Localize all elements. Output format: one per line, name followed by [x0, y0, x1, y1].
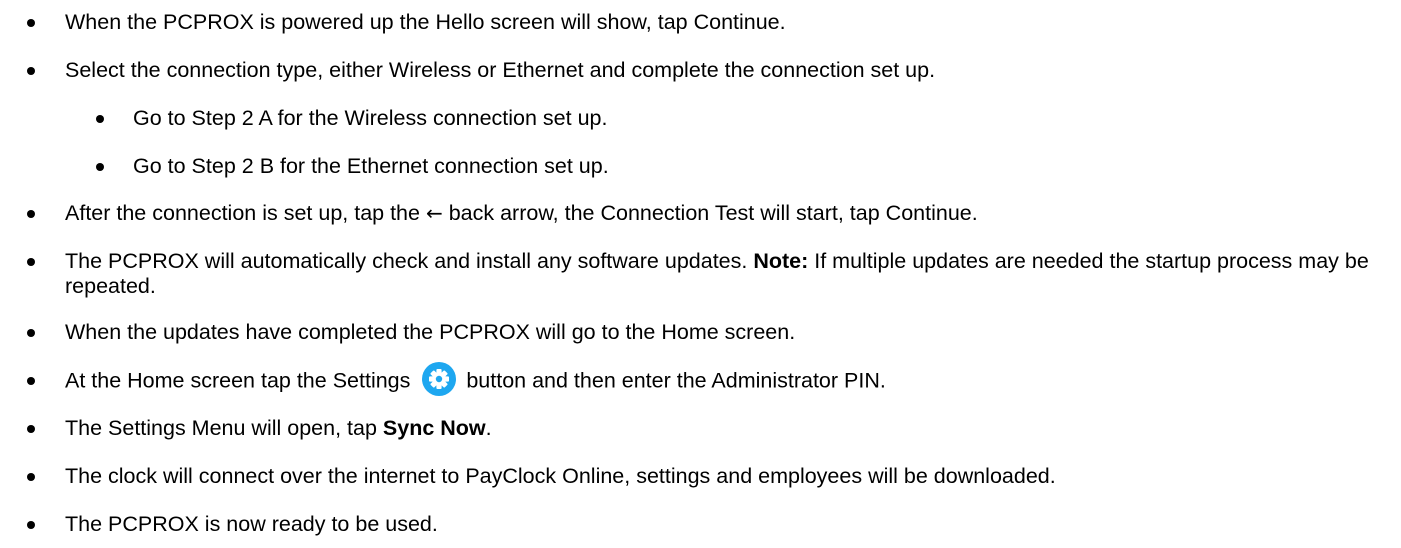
list-item-text: Select the connection type, either Wirel… — [65, 58, 936, 82]
bullet — [27, 521, 35, 529]
text-part: After the connection is set up, tap the — [65, 201, 426, 225]
instruction-document: When the PCPROX is powered up the Hello … — [0, 0, 1401, 548]
text-part: The Settings Menu will open, tap — [65, 416, 383, 440]
bullet — [27, 377, 35, 385]
sync-now-label: Sync Now — [382, 416, 486, 440]
text-part: At the Home screen tap the Settings — [65, 368, 417, 393]
bullet — [96, 115, 104, 123]
list-item-text: The Settings Menu will open, tap Sync No… — [65, 416, 1393, 441]
list-item-text: Go to Step 2 B for the Ethernet connecti… — [133, 154, 609, 178]
bullet — [27, 67, 35, 75]
back-arrow-icon: ← — [425, 201, 443, 225]
text-part: button and then enter the Administrator … — [460, 368, 886, 393]
list-item-text: After the connection is set up, tap the … — [65, 201, 1393, 226]
bullet — [27, 329, 35, 337]
list-item-text: Go to Step 2 A for the Wireless connecti… — [133, 106, 608, 130]
text-part: The PCPROX will automatically check and … — [65, 249, 754, 273]
bullet — [27, 19, 35, 27]
bullet — [27, 210, 35, 218]
list-item-text: When the updates have completed the PCPR… — [65, 320, 796, 344]
bullet — [27, 425, 35, 433]
gear-icon — [422, 362, 457, 396]
note-label: Note: — [753, 249, 809, 273]
list-item-text: The clock will connect over the internet… — [65, 464, 1056, 488]
list-item-text: At the Home screen tap the Settings butt… — [65, 362, 1393, 396]
bullet — [27, 473, 35, 481]
list-item-text: The PCPROX is now ready to be used. — [65, 512, 438, 536]
text-part: back arrow, the Connection Test will sta… — [442, 201, 978, 225]
list-item-text: The PCPROX will automatically check and … — [65, 249, 1393, 299]
bullet — [27, 258, 35, 266]
text-part: . — [485, 416, 492, 440]
bullet — [96, 163, 104, 171]
list-item-text: When the PCPROX is powered up the Hello … — [65, 10, 786, 34]
